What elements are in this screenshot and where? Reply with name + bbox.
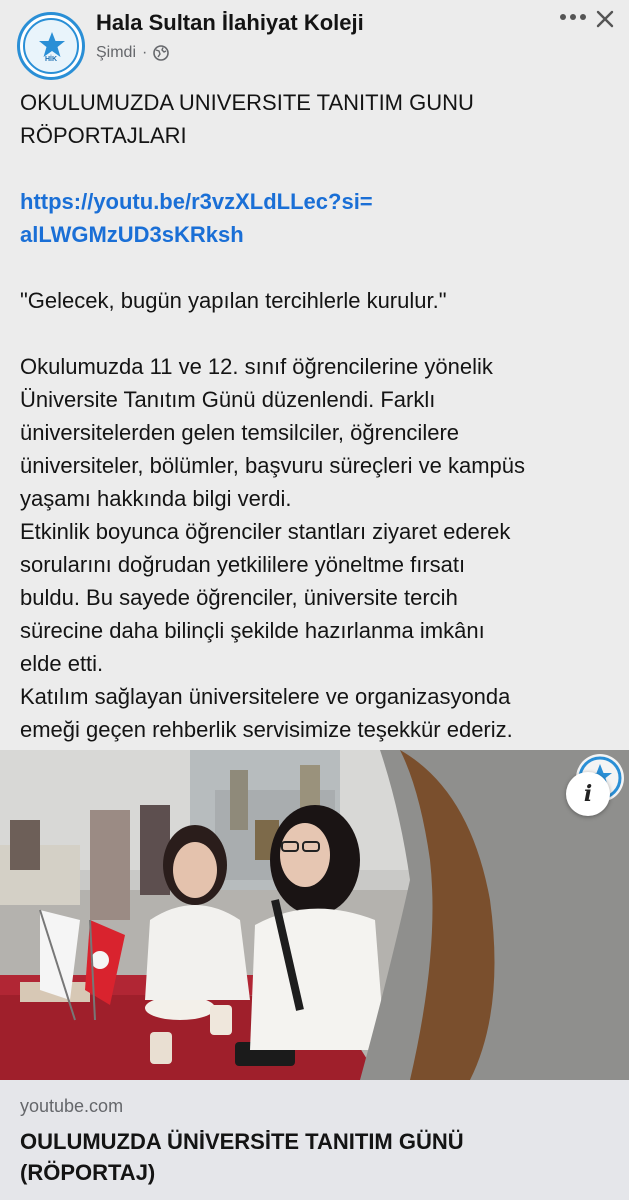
body-line: Okulumuzda 11 ve 12. sınıf öğrencilerine… — [20, 354, 493, 379]
video-thumbnail[interactable] — [0, 750, 629, 1080]
link-title: OULUMUZDA ÜNİVERSİTE TANITIM GÜNÜ (RÖPOR… — [20, 1126, 610, 1188]
link-domain: youtube.com — [20, 1096, 124, 1116]
body-line: üniversiteler, bölümler, başvuru süreçle… — [20, 453, 526, 478]
page-name-link[interactable]: Hala Sultan İlahiyat Koleji — [96, 10, 364, 36]
post-message: OKULUMUZDA UNIVERSITE TANITIM GUNU RÖPOR… — [20, 86, 615, 746]
link-title-line: OULUMUZDA ÜNİVERSİTE TANITIM GÜNÜ — [20, 1129, 464, 1154]
body-line: sorularını doğrudan yetkililere yöneltme… — [20, 552, 466, 577]
info-button[interactable]: i — [566, 772, 610, 816]
post-title-line: RÖPORTAJLARI — [20, 123, 187, 148]
link-title-line: (RÖPORTAJ) — [20, 1160, 156, 1185]
thumbnail-scene — [0, 750, 629, 1080]
post-title-line: OKULUMUZDA UNIVERSITE TANITIM GUNU — [20, 90, 474, 115]
body-line: emeği geçen rehberlik servisimize teşekk… — [20, 717, 513, 742]
post-header: HİK Hala Sultan İlahiyat Koleji Şimdi · — [0, 0, 629, 80]
body-line: sürecine daha bilinçli şekilde hazırlanm… — [20, 618, 485, 643]
post-meta: Şimdi · — [96, 44, 170, 62]
body-line: yaşamı hakkında bilgi verdi. — [20, 486, 292, 511]
globe-icon — [153, 45, 170, 61]
youtube-link[interactable]: https://youtu.be/r3vzXLdLLec?si= — [20, 189, 373, 214]
body-line: üniversitelerden gelen temsilciler, öğre… — [20, 420, 460, 445]
link-preview-card[interactable]: youtube.com OULUMUZDA ÜNİVERSİTE TANITIM… — [0, 1080, 629, 1200]
body-line: Üniversite Tanıtım Günü düzenlendi. Fark… — [20, 387, 436, 412]
post-quote: "Gelecek, bugün yapılan tercihlerle kuru… — [20, 288, 447, 313]
body-line: Katılım sağlayan üniversitelere ve organ… — [20, 684, 511, 709]
body-line: buldu. Bu sayede öğrenciler, üniversite … — [20, 585, 458, 610]
body-line: elde etti. — [20, 651, 104, 676]
body-line: Etkinlik boyunca öğrenciler stantları zi… — [20, 519, 511, 544]
more-options-icon[interactable] — [560, 14, 590, 26]
close-icon[interactable] — [592, 6, 618, 32]
post-timestamp[interactable]: Şimdi — [96, 44, 136, 62]
logo-abbr: HİK — [44, 56, 58, 63]
school-logo: HİK — [23, 18, 79, 74]
page-avatar[interactable]: HİK — [17, 12, 85, 80]
youtube-link[interactable]: alLWGMzUD3sKRksh — [20, 222, 244, 247]
meta-separator: · — [142, 44, 148, 61]
